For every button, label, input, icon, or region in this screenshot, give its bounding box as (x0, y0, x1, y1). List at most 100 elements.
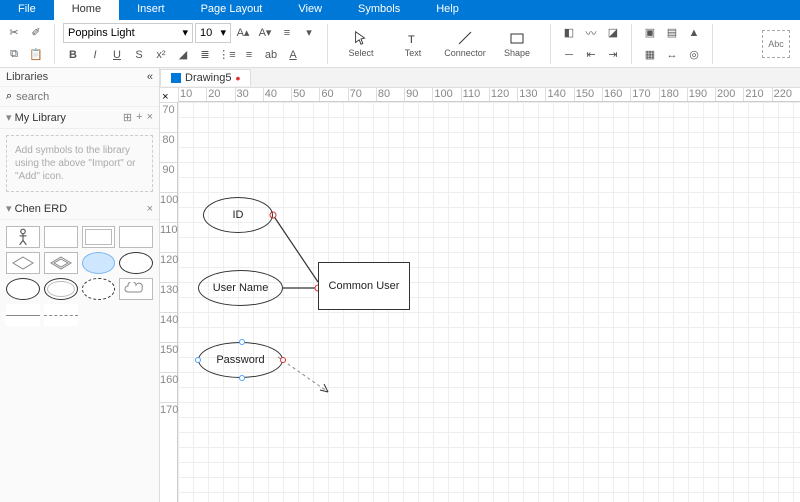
node-password-label: Password (216, 354, 264, 366)
italic-icon[interactable]: I (85, 45, 105, 65)
node-username[interactable]: User Name (198, 270, 283, 306)
menu-page-layout[interactable]: Page Layout (183, 0, 281, 20)
node-id-label: ID (233, 209, 244, 221)
tab-label: Drawing5 (185, 72, 231, 84)
shape-weak-relationship[interactable] (44, 252, 78, 274)
select-tool[interactable]: Select (336, 27, 386, 60)
resize-handle[interactable] (195, 357, 201, 363)
search-icon: ⌕ (6, 90, 12, 103)
center-icon[interactable]: ◎ (684, 45, 704, 65)
node-username-label: User Name (213, 282, 269, 294)
ribbon: ✂ ✐ ⧉ 📋 Poppins Light ▾ 10▾ A▴ A▾ ≡ ▾ B I… (0, 20, 800, 68)
cut-icon[interactable]: ✂ (4, 23, 24, 43)
group-icon[interactable]: ▣ (640, 23, 660, 43)
align-left-icon[interactable]: ≡ (277, 23, 297, 43)
mylib-title[interactable]: ▾ My Library (6, 111, 66, 124)
distribute-icon[interactable]: ▦ (640, 45, 660, 65)
rotate-icon[interactable]: ▲ (684, 23, 704, 43)
shape-relationship[interactable] (6, 252, 40, 274)
shape-derived-attribute[interactable] (82, 278, 116, 300)
node-common-label: Common User (329, 280, 400, 292)
tab-drawing5[interactable]: Drawing5 • (160, 69, 251, 86)
chen-title[interactable]: ▾ Chen ERD (6, 202, 67, 215)
node-password[interactable]: Password (198, 342, 283, 378)
shape-attribute-sel[interactable] (82, 252, 116, 274)
shape-entity[interactable] (44, 226, 78, 248)
format-painter-icon[interactable]: ✐ (26, 23, 46, 43)
line-spacing-icon[interactable]: ≡ (239, 45, 259, 65)
select-label: Select (348, 48, 373, 58)
shape-label: Shape (504, 48, 530, 58)
menu-symbols[interactable]: Symbols (340, 0, 418, 20)
svg-text:T: T (408, 34, 415, 46)
line-pick-icon[interactable]: ─ (559, 45, 579, 65)
increase-font-icon[interactable]: A▴ (233, 23, 253, 43)
align-dropdown-icon[interactable]: ▾ (299, 23, 319, 43)
library-search[interactable]: ⌕ × (0, 87, 159, 107)
doc-icon (171, 73, 181, 83)
shape-attribute[interactable] (119, 252, 153, 274)
node-common-user[interactable]: Common User (318, 262, 410, 310)
close-section-icon[interactable]: × (147, 203, 153, 215)
resize-handle[interactable] (239, 375, 245, 381)
resize-handle[interactable] (239, 339, 245, 345)
menu-insert[interactable]: Insert (119, 0, 183, 20)
paste-icon[interactable]: 📋 (26, 45, 46, 65)
chevron-down-icon: ▾ (182, 26, 188, 39)
shape-line[interactable] (6, 304, 40, 326)
menu-help[interactable]: Help (418, 0, 477, 20)
font-color-icon[interactable]: A (283, 45, 303, 65)
menu-view[interactable]: View (280, 0, 340, 20)
shape-actor[interactable] (6, 226, 40, 248)
text-direction-icon[interactable]: ab (261, 45, 281, 65)
shape-multi-attribute[interactable] (44, 278, 78, 300)
superscript-icon[interactable]: x² (151, 45, 171, 65)
size-icon[interactable]: ↔ (662, 45, 682, 65)
chen-shape-palette (0, 220, 159, 332)
fill-icon[interactable]: ◧ (559, 23, 579, 43)
connector-tool[interactable]: Connector (440, 27, 490, 60)
connectors (178, 102, 800, 502)
strike-icon[interactable]: S (129, 45, 149, 65)
close-section-icon[interactable]: × (147, 111, 153, 124)
font-size-select[interactable]: 10▾ (195, 23, 231, 43)
font-family-select[interactable]: Poppins Light ▾ (63, 23, 193, 43)
menu-bar: File Home Insert Page Layout View Symbol… (0, 0, 800, 20)
bold-icon[interactable]: B (63, 45, 83, 65)
mylib-hint: Add symbols to the library using the abo… (6, 135, 153, 192)
shape-weak-entity[interactable] (82, 226, 116, 248)
numbering-icon[interactable]: ⋮≡ (217, 45, 237, 65)
highlight-icon[interactable]: ◢ (173, 45, 193, 65)
libraries-title: Libraries (6, 71, 48, 83)
sidebar: Libraries « ⌕ × ▾ My Library ⊞ + × Add sym… (0, 68, 160, 502)
shape-tool[interactable]: Shape (492, 27, 542, 60)
align-objects-icon[interactable]: ▤ (662, 23, 682, 43)
shadow-icon[interactable]: ◪ (603, 23, 623, 43)
menu-home[interactable]: Home (54, 0, 119, 20)
add-icon[interactable]: + (136, 111, 142, 124)
collapse-sidebar-icon[interactable]: « (147, 71, 153, 83)
document-tabs: Drawing5 • (160, 68, 800, 88)
bullets-icon[interactable]: ≣ (195, 45, 215, 65)
underline-icon[interactable]: U (107, 45, 127, 65)
search-input[interactable] (16, 91, 158, 103)
decrease-font-icon[interactable]: A▾ (255, 23, 275, 43)
import-icon[interactable]: ⊞ (123, 111, 132, 124)
ruler-horizontal: 1020304050607080901001101201301401501601… (178, 88, 800, 102)
connector-handle[interactable] (280, 357, 286, 363)
copy-icon[interactable]: ⧉ (4, 45, 24, 65)
arrow-begin-icon[interactable]: ⇤ (581, 45, 601, 65)
node-id[interactable]: ID (203, 197, 273, 233)
shape-entity2[interactable] (119, 226, 153, 248)
canvas[interactable]: ID User Name Password Common User (178, 102, 800, 502)
shape-dashed-line[interactable] (44, 304, 78, 326)
arrow-end-icon[interactable]: ⇥ (603, 45, 623, 65)
menu-file[interactable]: File (0, 0, 54, 20)
text-tool[interactable]: T Text (388, 27, 438, 60)
font-family-value: Poppins Light (68, 27, 135, 39)
style-preview[interactable]: Abc (762, 30, 790, 58)
shape-cloud[interactable] (119, 278, 153, 300)
shape-key-attribute[interactable] (6, 278, 40, 300)
line-style-icon[interactable]: 〰 (581, 23, 601, 43)
text-label: Text (405, 48, 422, 58)
